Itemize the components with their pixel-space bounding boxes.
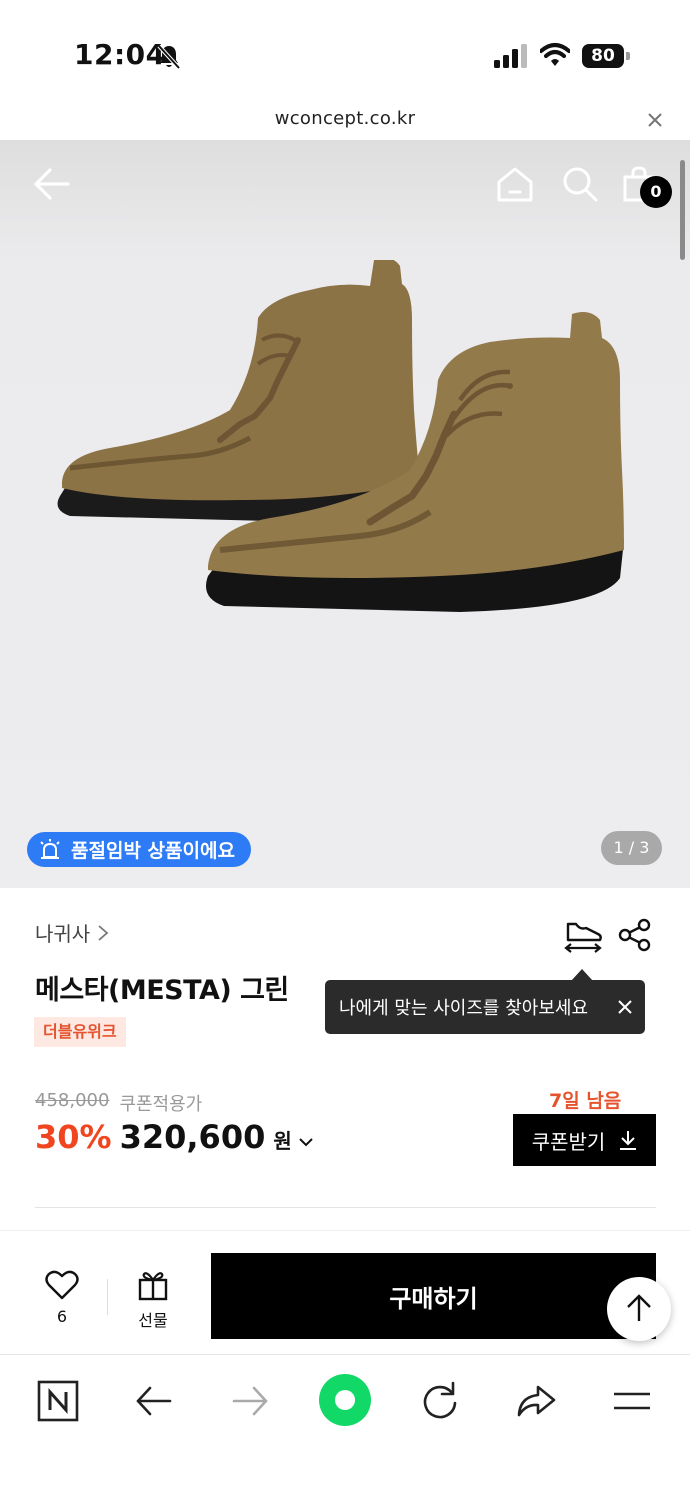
currency-unit: 원 — [273, 1129, 292, 1153]
bell-slash-icon — [157, 44, 181, 70]
status-bar: 12:04 80 — [0, 0, 690, 100]
like-button[interactable]: 6 — [40, 1269, 84, 1333]
close-icon[interactable] — [617, 999, 633, 1015]
product-title: 메스타(MESTA) 그린 — [35, 975, 289, 1006]
naver-green-button[interactable] — [319, 1374, 371, 1426]
sale-price: 320,600 — [119, 1118, 266, 1156]
soldout-notice-badge: 품절임박 상품이에요 — [27, 832, 251, 867]
gift-icon[interactable] — [137, 1269, 169, 1301]
product-header: 0 — [0, 140, 690, 230]
share-arrow-icon[interactable] — [514, 1379, 558, 1423]
url-text[interactable]: wconcept.co.kr — [0, 108, 690, 129]
arrow-up-icon — [627, 1294, 651, 1321]
size-guide-icon[interactable] — [562, 918, 604, 954]
heart-icon[interactable] — [45, 1269, 79, 1301]
search-icon[interactable] — [561, 165, 599, 203]
share-icon[interactable] — [618, 918, 652, 952]
alarm-icon — [40, 838, 60, 859]
product-image — [57, 260, 624, 612]
scroll-to-top-button[interactable] — [607, 1277, 671, 1341]
image-page-indicator: 1 / 3 — [601, 831, 662, 865]
cart-count-badge[interactable]: 0 — [640, 176, 672, 208]
original-price-row: 458,000 쿠폰적용가 — [35, 1090, 202, 1116]
buy-button[interactable]: 구매하기 — [211, 1253, 656, 1339]
product-image-carousel[interactable]: 0 품절임박 상품이에요 1 / 3 — [0, 140, 690, 888]
divider — [35, 1207, 656, 1208]
battery-level: 80 — [582, 44, 624, 68]
size-guide-tooltip[interactable]: 나에게 맞는 사이즈를 찾아보세요 — [325, 980, 645, 1034]
original-price: 458,000 — [35, 1090, 110, 1111]
soldout-notice-text: 품절임박 상품이에요 — [71, 840, 235, 862]
menu-icon[interactable] — [610, 1379, 654, 1423]
divider — [107, 1279, 108, 1315]
chevron-down-icon[interactable] — [298, 1136, 314, 1148]
back-arrow-icon[interactable] — [132, 1379, 176, 1423]
gift-label: 선물 — [138, 1311, 168, 1330]
coupon-price-label: 쿠폰적용가 — [119, 1094, 203, 1115]
tooltip-text: 나에게 맞는 사이즈를 찾아보세요 — [339, 998, 589, 1019]
home-icon[interactable] — [496, 166, 534, 202]
battery-indicator: 80 — [582, 44, 630, 68]
gift-button[interactable]: 선물 — [128, 1269, 178, 1333]
discount-rate: 30% — [35, 1118, 112, 1156]
coupon-download-button[interactable]: 쿠폰받기 — [513, 1114, 656, 1166]
download-icon — [620, 1131, 637, 1150]
chevron-right-icon — [98, 924, 109, 941]
back-arrow-icon[interactable] — [32, 166, 72, 202]
browser-toolbar — [0, 1354, 690, 1500]
reload-icon[interactable] — [418, 1379, 462, 1423]
brand-name[interactable]: 나귀사 — [35, 918, 90, 947]
forward-arrow-icon[interactable] — [228, 1379, 272, 1423]
naver-icon[interactable] — [36, 1379, 80, 1423]
wifi-icon — [540, 43, 570, 66]
status-time: 12:04 — [74, 38, 166, 71]
brand-link[interactable]: 나귀사 — [35, 918, 110, 947]
signal-icon — [494, 44, 527, 68]
coupon-days-left: 7일 남음 — [549, 1090, 622, 1112]
price-row[interactable]: 30% 320,600 원 — [35, 1118, 314, 1156]
url-bar[interactable]: wconcept.co.kr — [0, 100, 690, 140]
promo-badge: 더블유위크 — [34, 1017, 126, 1047]
purchase-bar: 6 선물 구매하기 — [0, 1230, 690, 1354]
coupon-button-label[interactable]: 쿠폰받기 — [532, 1126, 606, 1155]
scrollbar[interactable] — [680, 160, 685, 260]
close-icon[interactable] — [645, 110, 665, 130]
like-count: 6 — [56, 1307, 68, 1326]
